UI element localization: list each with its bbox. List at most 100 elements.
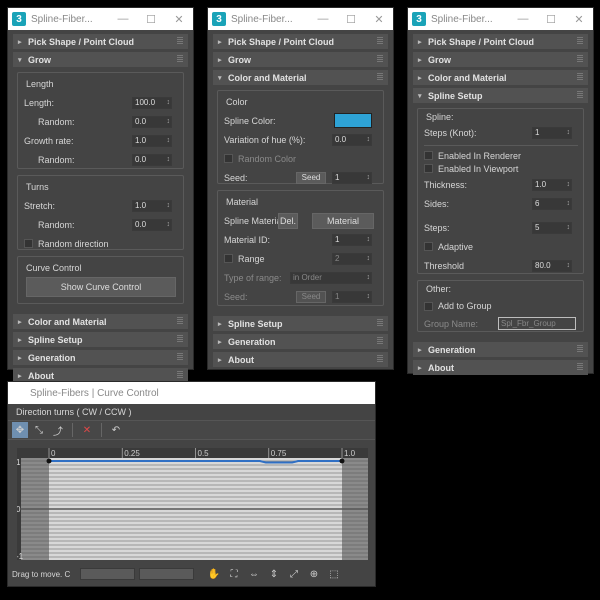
rollout-generation[interactable]: ▸ Generation xyxy=(13,350,188,365)
rollout-pick-shape[interactable]: ▸ Pick Shape / Point Cloud xyxy=(213,34,388,49)
hand-icon[interactable]: ✋ xyxy=(206,566,222,582)
show-curve-control-button[interactable]: Show Curve Control xyxy=(26,277,176,297)
window-title: Spline-Fiber... xyxy=(231,13,293,25)
seed2-spinner[interactable]: 1 xyxy=(332,290,372,303)
random-color-checkbox[interactable] xyxy=(224,154,233,163)
maximize-icon[interactable]: ☐ xyxy=(337,13,365,26)
divider xyxy=(424,145,578,146)
range-checkbox[interactable] xyxy=(224,254,233,263)
rollout-spline-setup[interactable]: ▸ Spline Setup xyxy=(213,316,388,331)
title-bar[interactable]: 3 Spline-Fiber... — ☐ ✕ xyxy=(208,8,393,30)
curve-point[interactable] xyxy=(339,458,345,464)
y-value-field[interactable] xyxy=(139,568,194,580)
growth-rate-spinner[interactable]: 1.0 xyxy=(132,134,172,147)
variation-hue-spinner[interactable]: 0.0 xyxy=(332,133,372,146)
delete-icon[interactable]: ✕ xyxy=(79,422,95,438)
growth-random-spinner[interactable]: 0.0 xyxy=(132,153,172,166)
rollout-generation[interactable]: ▸ Generation xyxy=(213,334,388,349)
zoom-extents-icon[interactable]: ⛶ xyxy=(226,566,242,582)
title-bar[interactable]: 3 Spline-Fiber... — ☐ ✕ xyxy=(408,8,593,30)
spline-group: Spline: Steps (Knot): 1 Enabled In Render… xyxy=(417,108,584,274)
status-text: Drag to move. C xyxy=(12,569,71,579)
random-direction-checkbox[interactable] xyxy=(24,239,33,248)
sides-spinner[interactable]: 6 xyxy=(532,197,572,210)
curve-point[interactable] xyxy=(46,458,52,464)
minimize-icon[interactable]: — xyxy=(509,13,537,25)
group-name-input[interactable]: Spl_Fbr_Group xyxy=(498,317,576,330)
thickness-spinner[interactable]: 1.0 xyxy=(532,178,572,191)
pan-icon[interactable]: ⤢ xyxy=(286,566,302,582)
zoom-icon[interactable]: ⊕ xyxy=(306,566,322,582)
rollout-color-material[interactable]: ▸ Color and Material xyxy=(413,70,588,85)
material-button[interactable]: Material xyxy=(312,212,374,229)
seed2-button[interactable]: Seed xyxy=(296,290,326,303)
rollout-about[interactable]: ▸ About xyxy=(213,352,388,367)
rollout-pick-shape[interactable]: ▸ Pick Shape / Point Cloud xyxy=(13,34,188,49)
steps-knot-spinner[interactable]: 1 xyxy=(532,126,572,139)
maximize-icon[interactable]: ☐ xyxy=(137,13,165,26)
title-bar[interactable]: Spline-Fibers | Curve Control xyxy=(8,382,375,404)
del-button[interactable]: Del. xyxy=(278,212,298,229)
spline-color-swatch[interactable] xyxy=(334,113,372,128)
range-spinner[interactable]: 2 xyxy=(332,252,372,265)
rollout-spline-setup[interactable]: ▾ Spline Setup xyxy=(413,88,588,103)
spline-color-label: Spline Color: xyxy=(224,115,276,126)
enabled-viewport-checkbox[interactable] xyxy=(424,164,433,173)
material-id-spinner[interactable]: 1 xyxy=(332,233,372,246)
app-icon: 3 xyxy=(412,12,426,26)
rollout-pick-shape[interactable]: ▸ Pick Shape / Point Cloud xyxy=(413,34,588,49)
insert-point-icon[interactable]: ⤴ xyxy=(50,422,66,438)
rollout-label: Spline Setup xyxy=(228,318,283,329)
maximize-icon[interactable]: ☐ xyxy=(537,13,565,26)
rollout-label: Grow xyxy=(28,54,52,65)
seed-spinner[interactable]: 1 xyxy=(332,171,372,184)
zoom-region-icon[interactable]: ⬚ xyxy=(326,566,342,582)
x-value-field[interactable] xyxy=(80,568,135,580)
close-icon[interactable]: ✕ xyxy=(165,13,193,26)
y-tick-label: 1 xyxy=(17,458,21,467)
expand-arrow-icon: ▸ xyxy=(218,338,222,346)
length-spinner[interactable]: 100.0 xyxy=(132,96,172,109)
type-of-range-dropdown[interactable]: in Order xyxy=(290,271,372,284)
minimize-icon[interactable]: — xyxy=(109,13,137,25)
rollout-about[interactable]: ▸ About xyxy=(413,360,588,375)
stretch-random-label: Random: xyxy=(38,219,75,230)
stretch-random-spinner[interactable]: 0.0 xyxy=(132,218,172,231)
rollout-spline-setup[interactable]: ▸ Spline Setup xyxy=(13,332,188,347)
close-icon[interactable]: ✕ xyxy=(365,13,393,26)
stretch-spinner[interactable]: 1.0 xyxy=(132,199,172,212)
rollout-grow[interactable]: ▸ Grow xyxy=(213,52,388,67)
grip-icon xyxy=(577,363,583,371)
steps-spinner[interactable]: 5 xyxy=(532,221,572,234)
collapse-arrow-icon: ▾ xyxy=(418,92,422,100)
rollout-grow[interactable]: ▾ Grow xyxy=(13,52,188,67)
app-icon: 3 xyxy=(12,12,26,26)
add-to-group-checkbox[interactable] xyxy=(424,301,433,311)
title-bar[interactable]: 3 Spline-Fiber... — ☐ ✕ xyxy=(8,8,193,30)
close-icon[interactable]: ✕ xyxy=(565,13,593,26)
length-random-spinner[interactable]: 0.0 xyxy=(132,115,172,128)
zoom-vertical-icon[interactable]: ⇕ xyxy=(266,566,282,582)
expand-arrow-icon: ▸ xyxy=(418,38,422,46)
group-title: Curve Control xyxy=(26,263,82,273)
enabled-renderer-checkbox[interactable] xyxy=(424,151,433,160)
rollout-generation[interactable]: ▸ Generation xyxy=(413,342,588,357)
length-group: Length Length: 100.0 Random: 0.0 Growth ra… xyxy=(17,72,184,169)
minimize-icon[interactable]: — xyxy=(309,13,337,25)
rollout-grow[interactable]: ▸ Grow xyxy=(413,52,588,67)
adaptive-checkbox[interactable] xyxy=(424,242,433,251)
expand-arrow-icon: ▸ xyxy=(218,320,222,328)
spline-fibers-window-grow: 3 Spline-Fiber... — ☐ ✕ ▸ Pick Shape / Po… xyxy=(7,7,194,383)
rollout-label: About xyxy=(428,362,454,373)
move-icon[interactable]: ✥ xyxy=(12,422,28,438)
zoom-horizontal-icon[interactable]: ⇔ xyxy=(246,566,262,582)
random-direction-label: Random direction xyxy=(38,238,109,249)
scale-point-icon[interactable]: ⤡ xyxy=(31,422,47,438)
rollout-color-material[interactable]: ▸ Color and Material xyxy=(13,314,188,329)
seed-button[interactable]: Seed xyxy=(296,171,326,184)
threshold-spinner[interactable]: 80.0 xyxy=(532,259,572,272)
adaptive-label: Adaptive xyxy=(438,241,474,252)
reset-curve-icon[interactable]: ↶ xyxy=(108,422,124,438)
rollout-color-material[interactable]: ▾ Color and Material xyxy=(213,70,388,85)
curve-graph[interactable]: 0 0.25 0.5 0.75 1.0 1 0 -1 xyxy=(17,448,368,560)
